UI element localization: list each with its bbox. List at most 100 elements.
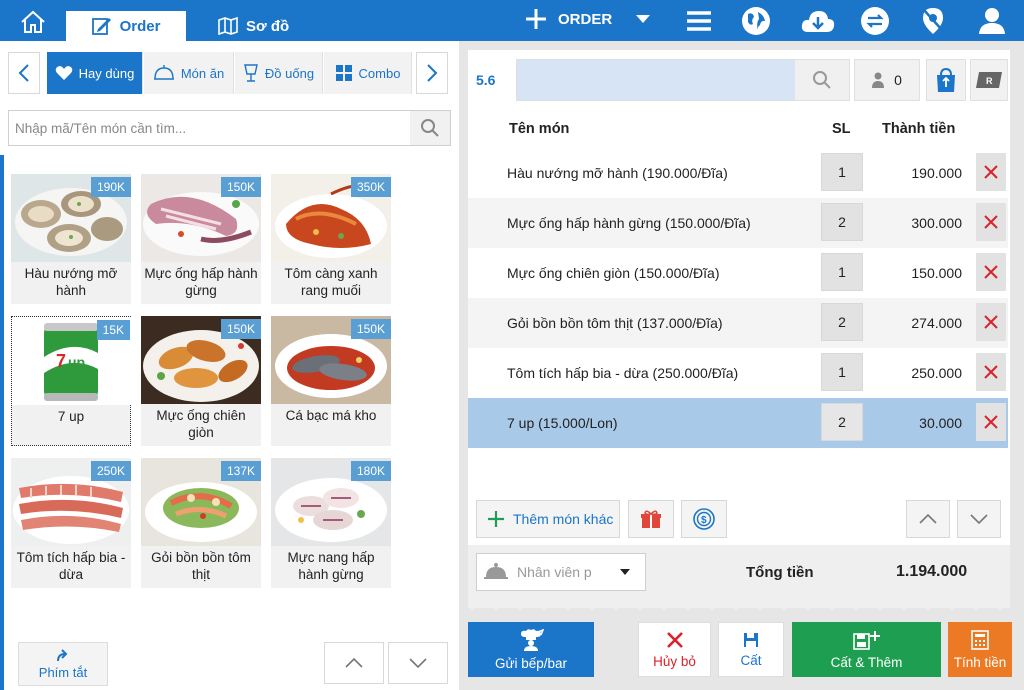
menu-item-tile[interactable]: 350K Tôm càng xanh rang muối <box>271 174 391 304</box>
category-mon-an[interactable]: Món ăn <box>144 52 234 94</box>
order-item-amount: 190.000 <box>911 165 962 181</box>
order-row[interactable]: 7 up (15.000/Lon) 2 30.000 <box>468 398 1008 448</box>
person-icon <box>872 72 885 88</box>
menu-page-up-button[interactable] <box>324 642 384 684</box>
tab-order[interactable]: Order <box>66 11 186 41</box>
order-item-amount: 150.000 <box>911 265 962 281</box>
category-hay-dung[interactable]: Hay dùng <box>47 52 143 94</box>
shortcut-label: Phím tắt <box>38 665 88 680</box>
top-bar: Order Sơ đồ ORDER <box>0 0 1024 41</box>
category-prev-button[interactable] <box>8 52 40 94</box>
delete-item-button[interactable] <box>976 253 1006 291</box>
hamburger-menu-icon[interactable] <box>686 6 716 36</box>
cancel-button[interactable]: Hủy bỏ <box>638 622 711 677</box>
order-scroll-up-button[interactable] <box>906 500 950 538</box>
menu-item-tile[interactable]: 137K Gỏi bồn bồn tôm thịt <box>141 458 261 588</box>
menu-item-tile[interactable]: 150K Mực ống chiên giòn <box>141 316 261 446</box>
staff-select[interactable]: Nhân viên p <box>476 553 646 591</box>
send-kitchen-button[interactable]: Gửi bếp/bar <box>468 622 594 677</box>
price-badge: 350K <box>350 177 391 197</box>
chevron-down-icon <box>409 658 427 669</box>
menu-item-tile[interactable]: 180K Mực nang hấp hành gừng <box>271 458 391 588</box>
sync-icon[interactable] <box>860 6 890 36</box>
cloud-download-icon[interactable] <box>800 6 836 36</box>
guest-count-button[interactable]: 0 <box>854 59 920 101</box>
save-button[interactable]: Cất <box>718 622 784 677</box>
chevron-right-icon <box>427 64 438 82</box>
delete-item-button[interactable] <box>976 153 1006 191</box>
order-row[interactable]: Mực ống hấp hành gừng (150.000/Đĩa) 2 300.… <box>468 198 1008 248</box>
price-badge: 150K <box>220 319 261 339</box>
tab-so-do-label: Sơ đồ <box>246 17 290 35</box>
waiter-cloche-icon <box>484 563 508 579</box>
menu-page-down-button[interactable] <box>388 642 448 684</box>
order-row[interactable]: Tôm tích hấp bia - dừa (250.000/Đĩa) 1 250… <box>468 348 1008 398</box>
menu-search-input[interactable] <box>9 111 411 145</box>
left-accent-strip <box>0 155 4 690</box>
tab-so-do[interactable]: Sơ đồ <box>218 11 289 41</box>
reservation-button[interactable]: R <box>970 59 1008 101</box>
cloche-icon <box>153 65 174 80</box>
save-and-add-button[interactable]: Cất & Thêm <box>792 622 941 677</box>
globe-icon[interactable] <box>741 6 771 36</box>
menu-item-tile[interactable]: 7 up 15K 7 up <box>11 316 132 446</box>
price-badge: 150K <box>350 319 391 339</box>
category-next-button[interactable] <box>416 52 448 94</box>
category-bar: Hay dùng Món ăn Đồ uống Combo <box>8 52 448 96</box>
delete-item-button[interactable] <box>976 203 1006 241</box>
add-other-item-button[interactable]: Thêm món khác <box>476 500 620 538</box>
gift-button[interactable] <box>628 500 674 538</box>
menu-item-name: Mực ống hấp hành gừng <box>144 266 258 298</box>
category-do-uong[interactable]: Đồ uống <box>235 52 323 94</box>
delete-item-button[interactable] <box>976 303 1006 341</box>
dollar-cycle-icon: $ <box>693 508 715 530</box>
tab-order-label: Order <box>119 17 161 35</box>
order-item-qty[interactable]: 1 <box>821 353 863 391</box>
takeaway-bag-button[interactable] <box>926 59 966 101</box>
search-button[interactable] <box>410 111 450 145</box>
close-icon <box>984 165 998 179</box>
menu-item-name: 7 up <box>57 409 85 424</box>
category-label: Món ăn <box>180 65 225 81</box>
order-item-qty[interactable]: 2 <box>821 403 863 441</box>
new-order-button[interactable]: ORDER <box>524 7 651 31</box>
category-label: Đồ uống <box>264 65 315 81</box>
order-item-amount: 250.000 <box>911 365 962 381</box>
order-item-qty[interactable]: 1 <box>821 253 863 291</box>
shortcut-button[interactable]: Phím tắt <box>18 642 108 686</box>
caret-down-icon <box>636 15 651 23</box>
table-number[interactable]: 5.6 <box>476 72 495 88</box>
grid-icon <box>335 65 352 81</box>
menu-item-tile[interactable]: 150K Cá bạc má kho <box>271 316 391 446</box>
total-label: Tổng tiền <box>746 564 814 581</box>
user-icon[interactable] <box>977 6 1007 36</box>
order-item-qty[interactable]: 1 <box>821 153 863 191</box>
order-item-name: 7 up (15.000/Lon) <box>507 415 618 431</box>
svg-text:R: R <box>986 76 993 86</box>
order-scroll-down-button[interactable] <box>957 500 1001 538</box>
menu-item-tile[interactable]: 150K Mực ống hấp hành gừng <box>141 174 261 304</box>
order-row[interactable]: Mực ống chiên giòn (150.000/Đĩa) 1 150.000 <box>468 248 1008 298</box>
menu-item-tile[interactable]: 250K Tôm tích hấp bia - dừa <box>11 458 131 588</box>
price-badge: 250K <box>90 461 131 481</box>
price-badge: 190K <box>90 177 131 197</box>
order-row[interactable]: Gỏi bồn bồn tôm thịt (137.000/Đĩa) 2 274.0… <box>468 298 1008 348</box>
close-icon <box>666 631 683 648</box>
search-icon <box>421 119 439 137</box>
discount-button[interactable]: $ <box>681 500 727 538</box>
delete-item-button[interactable] <box>976 353 1006 391</box>
order-item-qty[interactable]: 2 <box>821 303 863 341</box>
menu-item-tile[interactable]: 190K Hàu nướng mỡ hành <box>11 174 131 304</box>
delete-item-button[interactable] <box>976 403 1006 441</box>
save-and-add-label: Cất & Thêm <box>830 654 903 670</box>
order-search-button[interactable] <box>795 60 849 100</box>
checkout-button[interactable]: Tính tiền <box>948 622 1012 677</box>
home-icon[interactable] <box>20 10 46 34</box>
menu-item-name: Mực nang hấp hành gừng <box>287 550 375 582</box>
no-location-icon[interactable] <box>918 6 948 36</box>
order-search-field[interactable] <box>516 59 850 101</box>
order-item-qty[interactable]: 2 <box>821 203 863 241</box>
order-row[interactable]: Hàu nướng mỡ hành (190.000/Đĩa) 1 190.000 <box>468 148 1008 198</box>
category-combo[interactable]: Combo <box>324 52 412 94</box>
menu-search <box>8 110 451 146</box>
